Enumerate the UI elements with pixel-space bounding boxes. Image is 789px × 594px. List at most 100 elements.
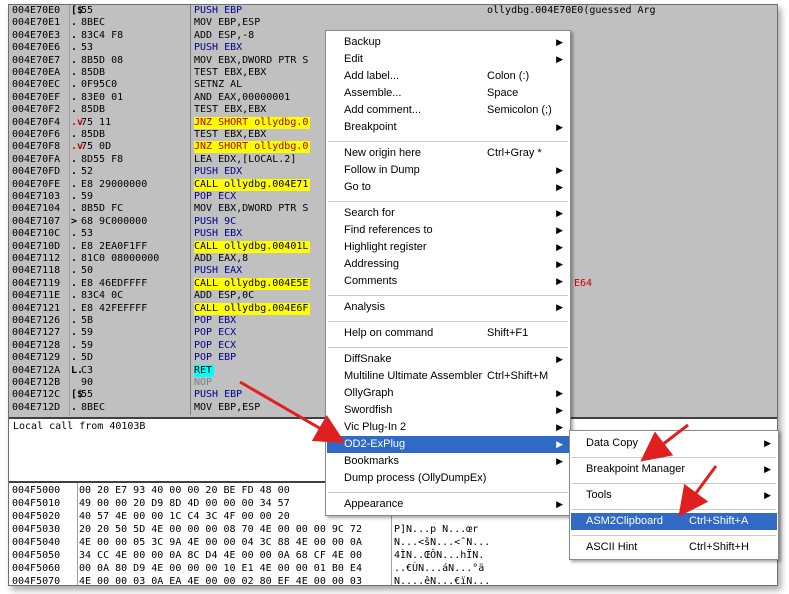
disasm-bytes: 81C0 08000000	[81, 253, 160, 264]
disasm-marker: .	[71, 228, 78, 240]
menu-item-breakpoint-manager[interactable]: Breakpoint Manager ▶	[571, 461, 777, 478]
menu-item-swordfish[interactable]: Swordfish ▶	[327, 402, 569, 419]
dump-row[interactable]: 004F5050 34 CC 4E 00 00 0A 8C D4 4E 00 00…	[9, 550, 569, 562]
disasm-address: 004E70E0	[12, 5, 61, 16]
context-menu[interactable]: Backup ▶ Edit ▶ Add label... Colon (:) Assembl…	[325, 30, 571, 516]
menu-item-search-for[interactable]: Search for ▶	[327, 205, 569, 222]
menu-item-data-copy[interactable]: Data Copy ▶	[571, 435, 777, 452]
menu-item-analysis[interactable]: Analysis ▶	[327, 299, 569, 316]
menu-item-follow-in-dump[interactable]: Follow in Dump ▶	[327, 162, 569, 179]
disasm-bytes: 90	[81, 377, 94, 388]
menu-separator	[572, 508, 776, 510]
menu-item-highlight-register[interactable]: Highlight register ▶	[327, 239, 569, 256]
disasm-address: 004E711E	[12, 290, 61, 302]
submenu-arrow-icon: ▶	[556, 302, 563, 312]
menu-item-bookmarks[interactable]: Bookmarks ▶	[327, 453, 569, 470]
od2-explug-submenu[interactable]: Data Copy ▶ Breakpoint Manager ▶ Tools ▶ ASM2C…	[569, 430, 779, 560]
menu-item-assemble[interactable]: Assemble... Space	[327, 85, 569, 102]
menu-item-addressing[interactable]: Addressing ▶	[327, 256, 569, 273]
menu-item-label: Edit	[344, 53, 363, 65]
submenu-arrow-icon: ▶	[556, 225, 563, 235]
disasm-instruction: CALL ollydbg.004E6F	[194, 302, 311, 315]
submenu-arrow-icon: ▶	[556, 208, 563, 218]
menu-item-shortcut: Colon (:)	[487, 70, 530, 82]
submenu-arrow-icon: ▶	[556, 422, 563, 432]
disasm-address: 004E7118	[12, 265, 61, 277]
menu-item-appearance[interactable]: Appearance ▶	[327, 496, 569, 513]
disasm-bytes: 55	[81, 5, 94, 16]
submenu-arrow-icon: ▶	[556, 54, 563, 64]
menu-item-label: Add comment...	[344, 104, 422, 116]
menu-item-ascii-hint[interactable]: ASCII Hint Ctrl+Shift+H	[571, 539, 777, 556]
disasm-instruction: MOV EBP,ESP	[194, 17, 261, 29]
menu-item-ollygraph[interactable]: OllyGraph ▶	[327, 385, 569, 402]
menu-item-label: Comments	[344, 275, 398, 287]
menu-item-label: OllyGraph	[344, 387, 394, 399]
disasm-instruction: POP EBX	[194, 315, 237, 326]
menu-item-backup[interactable]: Backup ▶	[327, 34, 569, 51]
disasm-bytes: 53	[81, 228, 94, 240]
disasm-marker: .	[71, 240, 78, 252]
disasm-bytes: 75 11	[81, 116, 112, 128]
menu-item-add-label[interactable]: Add label... Colon (:)	[327, 68, 569, 85]
disasm-instruction: CALL ollydbg.00401L	[194, 240, 311, 253]
menu-item-label: Appearance	[344, 498, 404, 510]
menu-item-dump-process-ollydumpex[interactable]: Dump process (OllyDumpEx)	[327, 470, 569, 487]
disasm-instruction: RET	[194, 364, 215, 377]
menu-item-label: Follow in Dump	[344, 164, 420, 176]
menu-item-label: DiffSnake	[344, 353, 392, 365]
menu-item-label: Go to	[344, 181, 371, 193]
disasm-address: 004E70EC	[12, 79, 61, 91]
dump-row[interactable]: 004F5040 4E 00 00 05 3C 9A 4E 00 00 04 3C…	[9, 537, 569, 549]
disasm-instruction: TEST EBX,EBX	[194, 129, 267, 140]
dump-address: 004F5070	[12, 576, 61, 586]
menu-item-comments[interactable]: Comments ▶	[327, 273, 569, 290]
dump-hex: 40 57 4E 00 00 1C C4 3C 4F 00 00 20	[79, 511, 290, 522]
disasm-row[interactable]: 004E70E1. 8BEC MOV EBP,ESP	[9, 17, 777, 29]
submenu-arrow-icon: ▶	[556, 388, 563, 398]
disasm-row[interactable]: 004E70E0 [$ 55 PUSH EBP ollydbg.004E70E0(gue…	[9, 5, 777, 17]
menu-item-help-on-command[interactable]: Help on command Shift+F1	[327, 325, 569, 342]
disasm-instruction: NOP	[194, 377, 213, 388]
menu-item-shortcut: Ctrl+Shift+A	[689, 515, 749, 527]
submenu-arrow-icon: ▶	[556, 456, 563, 466]
dump-row[interactable]: 004F5030 20 20 50 5D 4E 00 00 00 08 70 4E…	[9, 524, 569, 536]
submenu-arrow-icon: ▶	[556, 259, 563, 269]
menu-item-tools[interactable]: Tools ▶	[571, 487, 777, 504]
disasm-bytes: E8 29000000	[81, 178, 148, 190]
dump-ascii: ..€ÙN...áN...°ä	[394, 563, 485, 574]
dump-address: 004F5060	[12, 563, 61, 574]
menu-item-multiline-ultimate-assembler[interactable]: Multiline Ultimate Assembler Ctrl+Shift+M	[327, 368, 569, 385]
dump-hex: 00 20 E7 93 40 00 00 20 BE FD 48 00	[79, 485, 290, 496]
menu-item-add-comment[interactable]: Add comment... Semicolon (;)	[327, 102, 569, 119]
disasm-bytes: 8D55 F8	[81, 153, 124, 165]
menu-item-shortcut: Semicolon (;)	[487, 104, 552, 116]
dump-row[interactable]: 004F5060 00 0A 80 D9 4E 00 00 00 10 E1 4E…	[9, 563, 569, 575]
disasm-marker: .	[71, 253, 78, 264]
menu-item-vic-plug-in-2[interactable]: Vic Plug-In 2 ▶	[327, 419, 569, 436]
disasm-bytes: 8BEC	[81, 17, 106, 29]
menu-item-label: Dump process (OllyDumpEx)	[344, 472, 487, 484]
disasm-address: 004E70E3	[12, 29, 61, 41]
menu-item-label: Backup	[344, 36, 381, 48]
disasm-bytes: 85DB	[81, 129, 106, 140]
disasm-address: 004E7121	[12, 302, 61, 314]
menu-item-label: Highlight register	[344, 241, 427, 253]
disasm-address: 004E70F2	[12, 104, 61, 116]
menu-item-diffsnake[interactable]: DiffSnake ▶	[327, 351, 569, 368]
disasm-bytes: E8 2EA0F1FF	[81, 240, 148, 252]
disasm-marker: .	[71, 129, 78, 140]
menu-item-edit[interactable]: Edit ▶	[327, 51, 569, 68]
menu-separator	[328, 140, 568, 142]
menu-item-new-origin-here[interactable]: New origin here Ctrl+Gray *	[327, 145, 569, 162]
menu-item-asm2clipboard[interactable]: ASM2Clipboard Ctrl+Shift+A	[571, 513, 777, 530]
disasm-address: 004E7126	[12, 315, 61, 326]
dump-row[interactable]: 004F5070 4E 00 00 03 0A EA 4E 00 00 02 80…	[9, 576, 569, 586]
disasm-comment: E64	[574, 277, 593, 289]
disasm-comment: ollydbg.004E70E0(guessed Arg	[487, 5, 656, 16]
menu-item-breakpoint[interactable]: Breakpoint ▶	[327, 119, 569, 136]
menu-item-go-to[interactable]: Go to ▶	[327, 179, 569, 196]
menu-item-find-references-to[interactable]: Find references to ▶	[327, 222, 569, 239]
menu-item-od2-explug[interactable]: OD2-ExPlug ▶	[327, 436, 569, 453]
disasm-bytes: 59	[81, 339, 94, 351]
